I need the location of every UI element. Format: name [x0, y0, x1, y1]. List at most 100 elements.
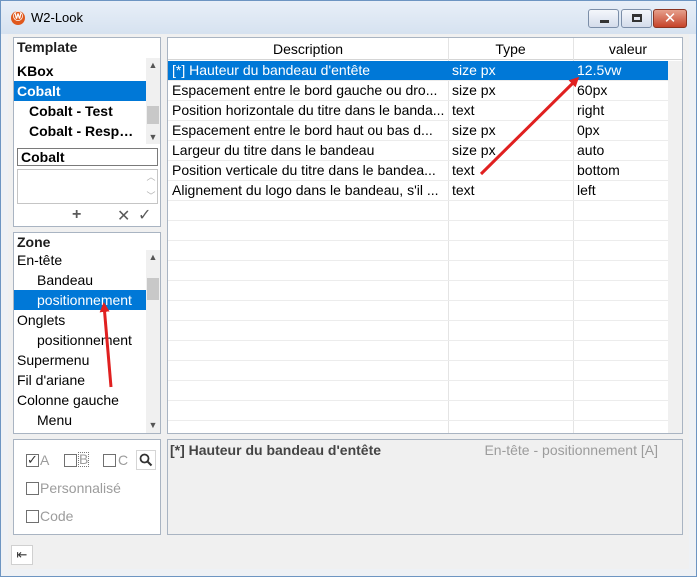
- cell-type[interactable]: text: [448, 101, 573, 120]
- table-row[interactable]: [168, 381, 668, 401]
- exit-button[interactable]: ⇤: [11, 545, 33, 565]
- table-row[interactable]: [168, 301, 668, 321]
- title-bar[interactable]: Ⓦ W2-Look ✕: [1, 1, 696, 34]
- zone-list[interactable]: En-tête Bandeau positionnement Onglets p…: [14, 250, 146, 431]
- check-icon: ✓: [27, 452, 38, 467]
- code-checkbox[interactable]: [26, 510, 39, 523]
- template-list[interactable]: KBox Cobalt Cobalt - Test Cobalt - Resp…: [14, 58, 146, 144]
- custom-checkbox[interactable]: [26, 482, 39, 495]
- scroll-down-icon[interactable]: ▼: [146, 130, 160, 144]
- cell-value[interactable]: auto: [573, 141, 668, 160]
- scroll-up-icon[interactable]: ︿: [145, 170, 157, 184]
- details-context: En-tête - positionnement [A]: [484, 442, 658, 458]
- zone-item-menu[interactable]: Menu: [14, 410, 146, 430]
- zone-label: Zone: [17, 234, 51, 250]
- template-scrollbar[interactable]: ▲ ▼: [146, 58, 160, 144]
- zone-item-colonne-gauche[interactable]: Colonne gauche: [14, 390, 146, 410]
- cell-value[interactable]: 0px: [573, 121, 668, 140]
- scroll-down-icon[interactable]: ▼: [146, 418, 160, 432]
- table-row[interactable]: Position verticale du titre dans le band…: [168, 161, 668, 181]
- scroll-down-icon[interactable]: ﹀: [145, 189, 157, 203]
- zone-item-supermenu[interactable]: Supermenu: [14, 350, 146, 370]
- cell-description[interactable]: [*] Hauteur du bandeau d'entête: [168, 61, 448, 80]
- delete-icon[interactable]: ✕: [117, 206, 130, 226]
- search-button[interactable]: [136, 450, 156, 470]
- textarea-scrollbar[interactable]: ︿ ﹀: [145, 170, 157, 203]
- filter-c-checkbox[interactable]: [103, 454, 116, 467]
- table-row[interactable]: [168, 221, 668, 241]
- scroll-up-icon[interactable]: ▲: [146, 250, 160, 264]
- scroll-up-icon[interactable]: ▲: [146, 58, 160, 72]
- header-description[interactable]: Description: [168, 38, 448, 60]
- cell-type[interactable]: size px: [448, 81, 573, 100]
- filter-b-label: B: [78, 451, 90, 467]
- table-row[interactable]: Alignement du logo dans le bandeau, s'il…: [168, 181, 668, 201]
- template-item-cobalt[interactable]: Cobalt: [14, 81, 146, 101]
- template-description-input[interactable]: ︿ ﹀: [17, 169, 158, 204]
- template-panel: Template KBox Cobalt Cobalt - Test Cobal…: [13, 37, 161, 227]
- filter-b-checkbox[interactable]: [64, 454, 77, 467]
- table-row[interactable]: [168, 401, 668, 421]
- filter-c-label: C: [118, 452, 129, 468]
- filter-a-checkbox[interactable]: ✓: [26, 452, 39, 467]
- table-row[interactable]: Espacement entre le bord haut ou bas d..…: [168, 121, 668, 141]
- table-row[interactable]: [168, 341, 668, 361]
- template-name-input[interactable]: Cobalt: [17, 148, 158, 166]
- cell-type[interactable]: text: [448, 161, 573, 180]
- cell-value[interactable]: 60px: [573, 81, 668, 100]
- confirm-icon[interactable]: ✓: [138, 205, 151, 225]
- table-row[interactable]: [168, 361, 668, 381]
- cell-type[interactable]: size px: [448, 121, 573, 140]
- header-type[interactable]: Type: [448, 38, 573, 60]
- table-row[interactable]: Position horizontale du titre dans le ba…: [168, 101, 668, 121]
- maximize-icon: [632, 14, 642, 22]
- cell-value[interactable]: right: [573, 101, 668, 120]
- template-item-cobalt-test[interactable]: Cobalt - Test: [14, 101, 146, 121]
- template-label: Template: [17, 39, 78, 55]
- cell-description[interactable]: Alignement du logo dans le bandeau, s'il…: [168, 181, 448, 200]
- close-button[interactable]: ✕: [653, 9, 687, 28]
- table-row[interactable]: [168, 321, 668, 341]
- cell-value[interactable]: left: [573, 181, 668, 200]
- table-row[interactable]: [*] Hauteur du bandeau d'entête size px 12…: [168, 61, 668, 81]
- maximize-button[interactable]: [621, 9, 652, 28]
- cell-description[interactable]: Position horizontale du titre dans le ba…: [168, 101, 448, 120]
- cell-description[interactable]: Largeur du titre dans le bandeau: [168, 141, 448, 160]
- template-item-kbox[interactable]: KBox: [14, 61, 146, 81]
- zone-item-en-tete[interactable]: En-tête: [14, 250, 146, 270]
- zone-item-bandeau[interactable]: Bandeau: [14, 270, 146, 290]
- table-row[interactable]: [168, 281, 668, 301]
- table-row[interactable]: [168, 421, 668, 433]
- zone-item-onglets-positionnement[interactable]: positionnement: [14, 330, 146, 350]
- zone-scrollbar[interactable]: ▲ ▼: [146, 250, 160, 433]
- grid-header: Description Type valeur: [168, 38, 682, 60]
- cell-type[interactable]: size px: [448, 141, 573, 160]
- zone-item-fil-ariane[interactable]: Fil d'ariane: [14, 370, 146, 390]
- table-row[interactable]: [168, 261, 668, 281]
- cell-type[interactable]: text: [448, 181, 573, 200]
- details-panel: [*] Hauteur du bandeau d'entête En-tête …: [167, 439, 683, 535]
- cell-description[interactable]: Espacement entre le bord gauche ou dro..…: [168, 81, 448, 100]
- header-value[interactable]: valeur: [573, 38, 683, 60]
- scroll-thumb[interactable]: [147, 278, 159, 300]
- cell-type[interactable]: size px: [448, 61, 573, 80]
- zone-item-positionnement[interactable]: positionnement: [14, 290, 146, 310]
- cell-description[interactable]: Position verticale du titre dans le band…: [168, 161, 448, 180]
- cell-description[interactable]: Espacement entre le bord haut ou bas d..…: [168, 121, 448, 140]
- property-grid: Description Type valeur [*] Hauteur du b…: [167, 37, 683, 434]
- grid-body[interactable]: [*] Hauteur du bandeau d'entête size px 12…: [168, 61, 668, 433]
- grid-scrollbar[interactable]: [668, 61, 682, 433]
- table-row[interactable]: Espacement entre le bord gauche ou dro..…: [168, 81, 668, 101]
- table-row[interactable]: [168, 201, 668, 221]
- table-row[interactable]: Largeur du titre dans le bandeau size px a…: [168, 141, 668, 161]
- cell-value[interactable]: 12.5vw: [573, 61, 668, 80]
- template-item-cobalt-resp[interactable]: Cobalt - Resp…: [14, 121, 146, 141]
- add-icon[interactable]: +: [72, 206, 81, 224]
- cell-value[interactable]: bottom: [573, 161, 668, 180]
- minimize-button[interactable]: [588, 9, 619, 28]
- zone-item-onglets[interactable]: Onglets: [14, 310, 146, 330]
- bottom-bar: ⇤: [8, 539, 689, 569]
- table-row[interactable]: [168, 241, 668, 261]
- close-icon: ✕: [663, 10, 677, 27]
- scroll-thumb[interactable]: [147, 106, 159, 124]
